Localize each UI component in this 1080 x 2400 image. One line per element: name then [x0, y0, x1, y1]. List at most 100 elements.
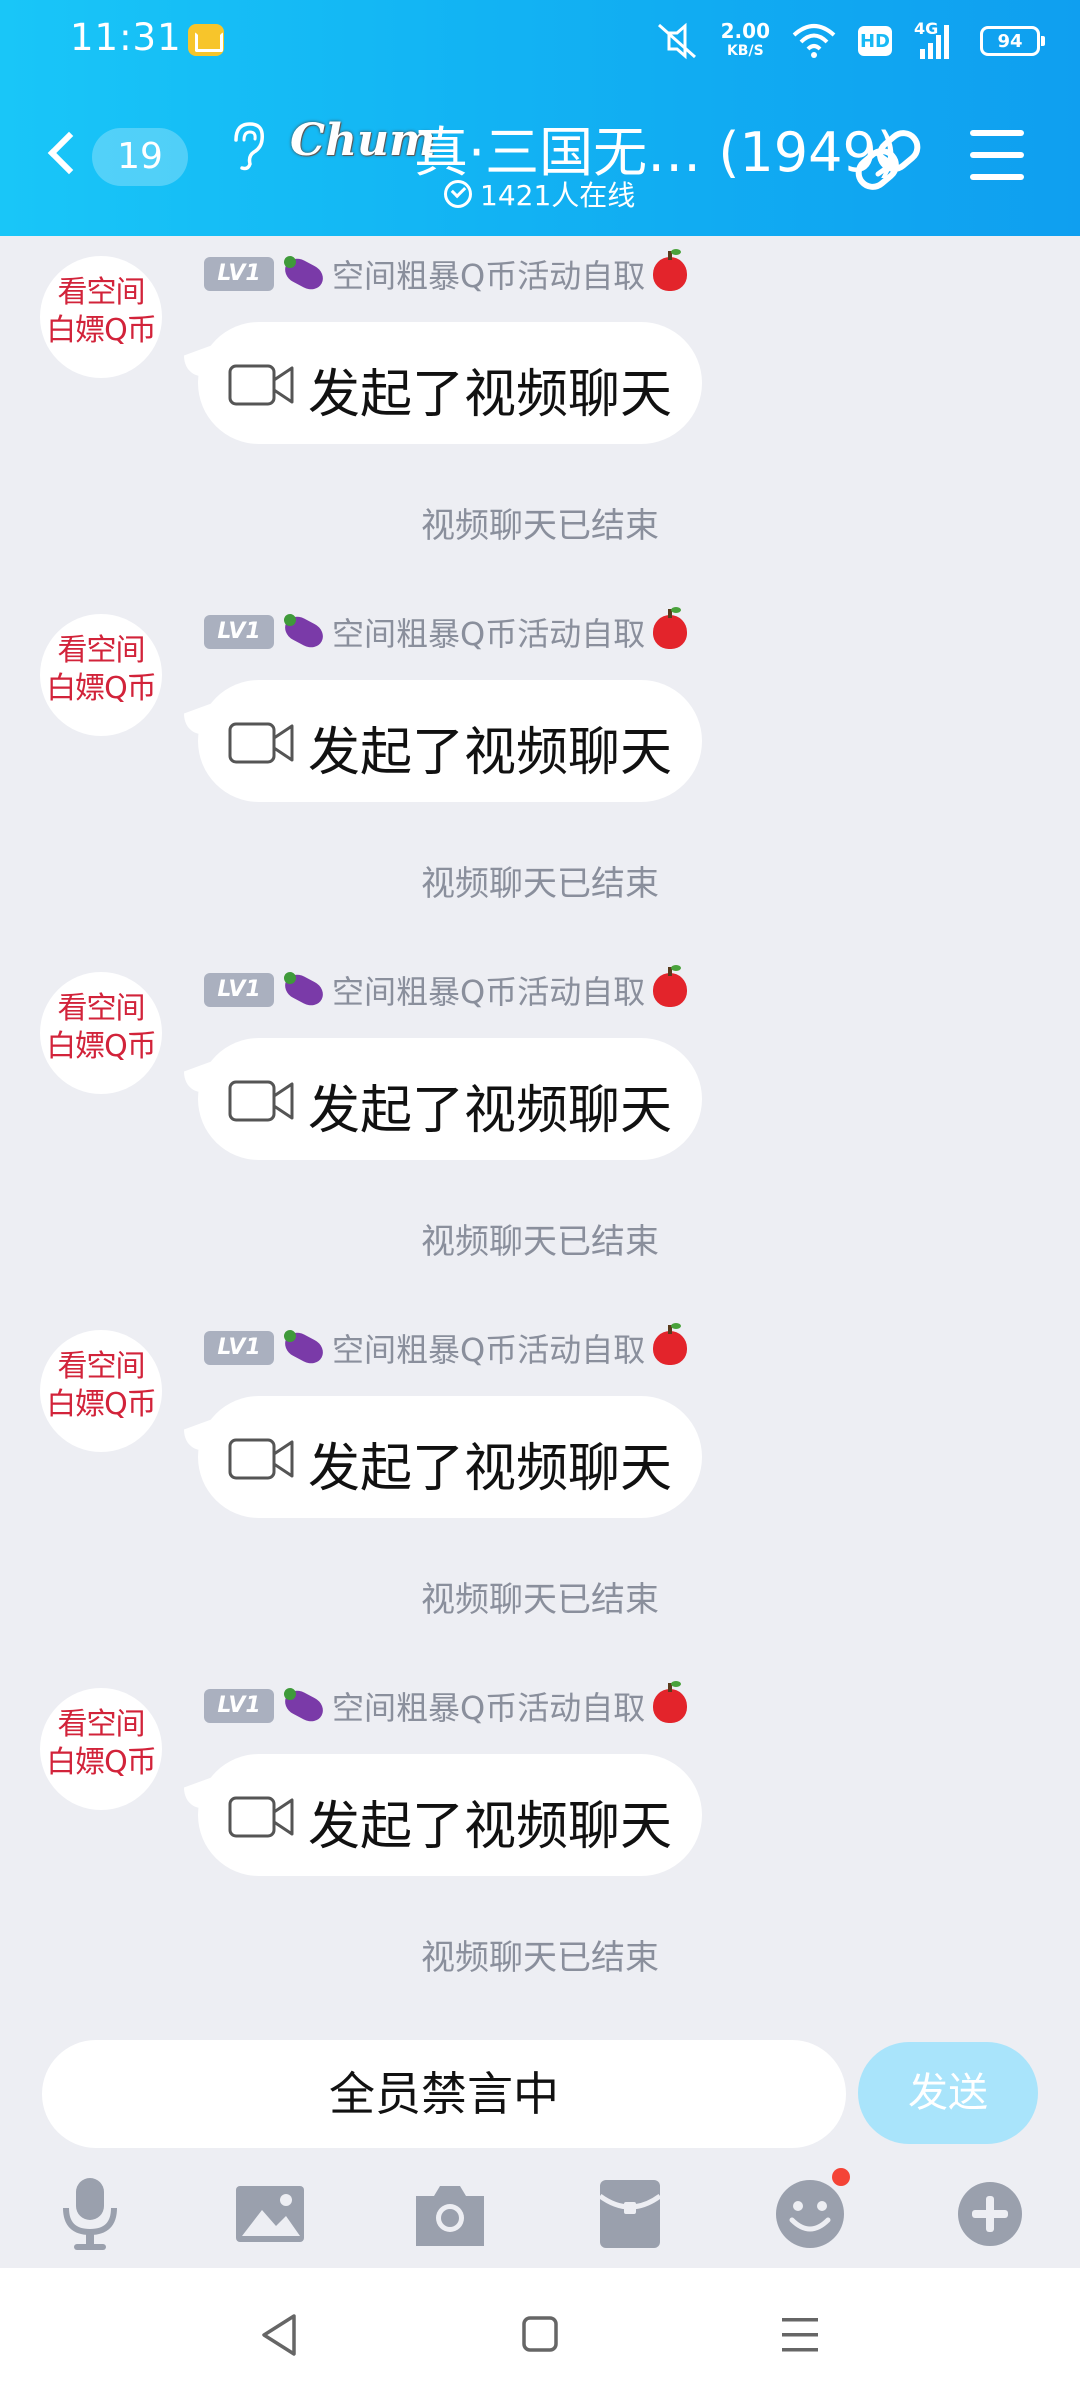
avatar-text-line: 看空间: [57, 633, 146, 668]
eggplant-emoji-icon: [280, 1328, 328, 1368]
apple-emoji-icon: [653, 965, 688, 1007]
sender-row[interactable]: LV1 空间粗暴Q币活动自取: [204, 1323, 688, 1369]
video-camera-icon: [228, 1796, 294, 1838]
sender-name: 空间粗暴Q币活动自取: [332, 973, 646, 1011]
avatar-text-line: 白嫖Q币: [46, 1745, 157, 1780]
battery-icon: 94: [980, 26, 1045, 56]
avatar[interactable]: 看空间 白嫖Q币: [40, 256, 162, 378]
sender-row[interactable]: LV1 空间粗暴Q币活动自取: [204, 965, 688, 1011]
video-call-bubble[interactable]: 发起了视频聊天: [198, 1038, 702, 1160]
chum-logo: Chum: [290, 115, 436, 166]
sender-row[interactable]: LV1 空间粗暴Q币活动自取: [204, 249, 688, 295]
square-home-icon: [522, 2316, 558, 2352]
message-item: 看空间 白嫖Q币 LV1 空间粗暴Q币活动自取 发起了视频聊天 视频聊天已结束: [0, 236, 1080, 594]
menu-button[interactable]: [970, 130, 1024, 182]
triangle-back-icon: [262, 2314, 296, 2356]
level-badge: LV1: [204, 1331, 274, 1365]
back-button[interactable]: 19: [40, 122, 200, 192]
video-camera-icon: [228, 722, 294, 764]
status-time: 11:31: [70, 16, 182, 59]
menu-icon-line: [970, 130, 1024, 136]
sender-name: 空间粗暴Q币活动自取: [332, 257, 646, 295]
avatar-text-line: 白嫖Q币: [46, 1387, 157, 1422]
chat-header: 11:31 2.00 KB/S HD 4G 94 19 Chum 真·三国无… …: [0, 0, 1080, 236]
eggplant-emoji-icon: [280, 612, 328, 652]
message-text: 发起了视频聊天: [308, 1797, 673, 1857]
wifi-icon: [792, 21, 836, 61]
sender-row[interactable]: LV1 空间粗暴Q币活动自取: [204, 607, 688, 653]
ear-icon[interactable]: [228, 120, 268, 172]
video-camera-icon: [228, 1438, 294, 1480]
notification-dot: [832, 2168, 850, 2186]
system-notice: 视频聊天已结束: [421, 506, 659, 546]
plus-icon[interactable]: [950, 2174, 1030, 2254]
sender-row[interactable]: LV1 空间粗暴Q币活动自取: [204, 1681, 688, 1727]
avatar-text-line: 看空间: [57, 275, 146, 310]
avatar[interactable]: 看空间 白嫖Q币: [40, 1688, 162, 1810]
muted-input-field: 全员禁言中: [42, 2040, 846, 2148]
link-share-icon: [855, 130, 921, 190]
system-notice: 视频聊天已结束: [421, 1938, 659, 1978]
level-badge: LV1: [204, 257, 274, 291]
sender-name: 空间粗暴Q币活动自取: [332, 615, 646, 653]
microphone-icon[interactable]: [50, 2174, 130, 2254]
signal-icon: 4G: [914, 19, 958, 61]
avatar-text-line: 白嫖Q币: [46, 313, 157, 348]
online-check-icon: [444, 180, 472, 208]
system-notice: 视频聊天已结束: [421, 1580, 659, 1620]
level-badge: LV1: [204, 615, 274, 649]
video-camera-icon: [228, 1080, 294, 1122]
net-speed-value: 2.00: [720, 19, 770, 43]
system-navigation-bar: [0, 2268, 1080, 2400]
status-icons: 2.00 KB/S HD 4G 94: [655, 18, 1045, 64]
message-item: 看空间 白嫖Q币 LV1 空间粗暴Q币活动自取 发起了视频聊天 视频聊天已结束: [0, 952, 1080, 1310]
message-item: 看空间 白嫖Q币 LV1 空间粗暴Q币活动自取 发起了视频聊天 视频聊天已结束: [0, 1310, 1080, 1668]
message-text: 发起了视频聊天: [308, 1439, 673, 1499]
system-notice: 视频聊天已结束: [421, 1222, 659, 1262]
message-text: 发起了视频聊天: [308, 365, 673, 425]
level-badge: LV1: [204, 1689, 274, 1723]
apple-emoji-icon: [653, 607, 688, 649]
nav-home-button[interactable]: [510, 2308, 570, 2362]
message-notification-icon: [188, 24, 224, 56]
video-call-bubble[interactable]: 发起了视频聊天: [198, 1754, 702, 1876]
mute-icon: [655, 21, 699, 61]
eggplant-emoji-icon: [280, 254, 328, 294]
avatar-text-line: 看空间: [57, 1707, 146, 1742]
video-call-bubble[interactable]: 发起了视频聊天: [198, 322, 702, 444]
nav-back-button[interactable]: [250, 2308, 310, 2362]
avatar[interactable]: 看空间 白嫖Q币: [40, 614, 162, 736]
video-camera-icon: [228, 364, 294, 406]
avatar[interactable]: 看空间 白嫖Q币: [40, 1330, 162, 1452]
avatar[interactable]: 看空间 白嫖Q币: [40, 972, 162, 1094]
send-button[interactable]: 发送: [858, 2042, 1038, 2144]
message-text: 发起了视频聊天: [308, 1081, 673, 1141]
status-bar: 11:31 2.00 KB/S HD 4G 94: [0, 0, 1080, 80]
online-status: 1421人在线: [444, 174, 635, 214]
apple-emoji-icon: [653, 1323, 688, 1365]
eggplant-emoji-icon: [280, 970, 328, 1010]
avatar-text-line: 看空间: [57, 1349, 146, 1384]
emoji-icon[interactable]: [770, 2168, 850, 2254]
avatar-text-line: 白嫖Q币: [46, 671, 157, 706]
battery-level: 94: [997, 30, 1023, 52]
apple-emoji-icon: [653, 1681, 688, 1723]
message-text: 发起了视频聊天: [308, 723, 673, 783]
online-count: 1421人在线: [480, 179, 636, 212]
chevron-left-icon: [47, 131, 91, 175]
eggplant-emoji-icon: [280, 1686, 328, 1726]
camera-icon[interactable]: [410, 2174, 490, 2254]
share-button[interactable]: [848, 122, 928, 198]
level-badge: LV1: [204, 973, 274, 1007]
video-call-bubble[interactable]: 发起了视频聊天: [198, 680, 702, 802]
title-bar: 19 Chum 真·三国无… (1949) 1421人在线: [0, 86, 1080, 236]
message-item: 看空间 白嫖Q币 LV1 空间粗暴Q币活动自取 发起了视频聊天 视频聊天已结束: [0, 594, 1080, 952]
video-call-bubble[interactable]: 发起了视频聊天: [198, 1396, 702, 1518]
nav-recents-button[interactable]: [770, 2308, 830, 2362]
net-speed-unit: KB/S: [726, 43, 764, 59]
avatar-text-line: 白嫖Q币: [46, 1029, 157, 1064]
image-icon[interactable]: [230, 2174, 310, 2254]
chat-message-list[interactable]: 看空间 白嫖Q币 LV1 空间粗暴Q币活动自取 发起了视频聊天 视频聊天已结束 …: [0, 236, 1080, 2024]
red-packet-icon[interactable]: [590, 2174, 670, 2254]
unread-count-badge: 19: [92, 128, 188, 186]
